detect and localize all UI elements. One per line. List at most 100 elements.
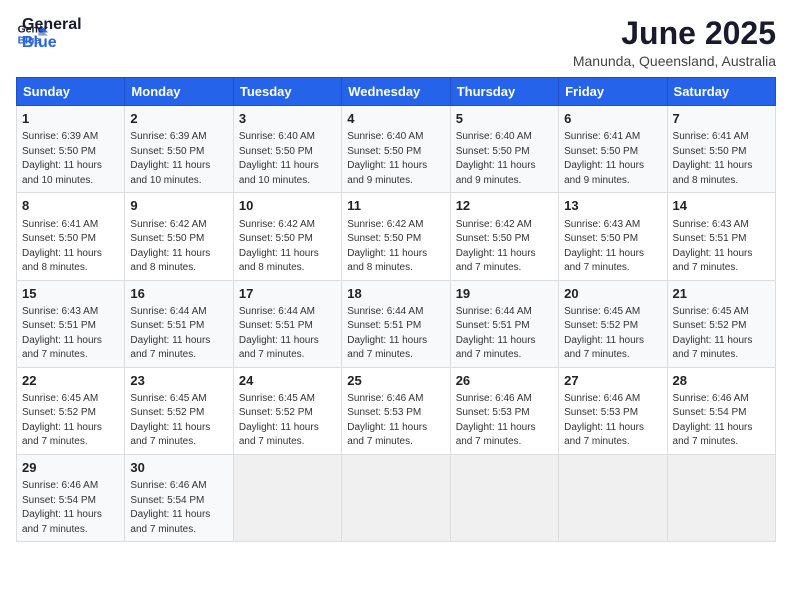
day-info: Sunrise: 6:44 AM Sunset: 5:51 PM Dayligh… (456, 305, 553, 363)
calendar-day-18: 18Sunrise: 6:44 AM Sunset: 5:51 PM Dayli… (342, 280, 450, 367)
day-number: 7 (673, 110, 770, 128)
day-info: Sunrise: 6:43 AM Sunset: 5:51 PM Dayligh… (673, 218, 770, 276)
day-number: 24 (239, 372, 336, 390)
calendar-day-21: 21 Sunrise: 6:45 AM Sunset: 5:52 PM Dayli… (667, 280, 775, 367)
day-header-saturday: Saturday (667, 78, 775, 106)
day-number: 23 (130, 372, 227, 390)
calendar-day-25: 25Sunrise: 6:46 AM Sunset: 5:53 PM Dayli… (342, 367, 450, 454)
day-number: 21 (673, 285, 770, 303)
day-number: 5 (456, 110, 553, 128)
day-info: Sunrise: 6:42 AM Sunset: 5:50 PM Dayligh… (456, 218, 553, 276)
day-info: Sunrise: 6:46 AM Sunset: 5:54 PM Dayligh… (22, 479, 119, 537)
day-header-sunday: Sunday (17, 78, 125, 106)
calendar-day-19: 19 Sunrise: 6:44 AM Sunset: 5:51 PM Dayli… (450, 280, 558, 367)
calendar-day-11: 11 Sunrise: 6:42 AM Sunset: 5:50 PM Dayli… (342, 193, 450, 280)
location: Manunda, Queensland, Australia (573, 53, 776, 69)
empty-cell (667, 454, 775, 541)
calendar-day-9: 9 Sunrise: 6:42 AM Sunset: 5:50 PM Daylig… (125, 193, 233, 280)
calendar-day-2: 2Sunrise: 6:39 AM Sunset: 5:50 PM Daylig… (125, 106, 233, 193)
day-number: 26 (456, 372, 553, 390)
day-header-monday: Monday (125, 78, 233, 106)
day-info: Sunrise: 6:42 AM Sunset: 5:50 PM Dayligh… (130, 218, 227, 276)
day-info: Sunrise: 6:45 AM Sunset: 5:52 PM Dayligh… (22, 392, 119, 450)
calendar-day-13: 13 Sunrise: 6:43 AM Sunset: 5:50 PM Dayli… (559, 193, 667, 280)
day-number: 30 (130, 459, 227, 477)
calendar-day-7: 7Sunrise: 6:41 AM Sunset: 5:50 PM Daylig… (667, 106, 775, 193)
day-number: 19 (456, 285, 553, 303)
day-info: Sunrise: 6:41 AM Sunset: 5:50 PM Dayligh… (564, 130, 661, 188)
day-info: Sunrise: 6:46 AM Sunset: 5:53 PM Dayligh… (564, 392, 661, 450)
day-number: 9 (130, 197, 227, 215)
day-info: Sunrise: 6:39 AM Sunset: 5:50 PM Dayligh… (22, 130, 119, 188)
empty-cell (559, 454, 667, 541)
day-number: 8 (22, 197, 119, 215)
calendar-day-17: 17Sunrise: 6:44 AM Sunset: 5:51 PM Dayli… (233, 280, 341, 367)
day-info: Sunrise: 6:44 AM Sunset: 5:51 PM Dayligh… (130, 305, 227, 363)
calendar-week-1: 1 Sunrise: 6:39 AM Sunset: 5:50 PM Daylig… (17, 106, 776, 193)
calendar-day-20: 20Sunrise: 6:45 AM Sunset: 5:52 PM Dayli… (559, 280, 667, 367)
day-number: 2 (130, 110, 227, 128)
calendar-day-29: 29 Sunrise: 6:46 AM Sunset: 5:54 PM Dayli… (17, 454, 125, 541)
day-number: 14 (673, 197, 770, 215)
day-number: 17 (239, 285, 336, 303)
calendar-day-1: 1 Sunrise: 6:39 AM Sunset: 5:50 PM Daylig… (17, 106, 125, 193)
day-number: 28 (673, 372, 770, 390)
calendar-day-4: 4 Sunrise: 6:40 AM Sunset: 5:50 PM Daylig… (342, 106, 450, 193)
day-number: 11 (347, 197, 444, 215)
day-header-wednesday: Wednesday (342, 78, 450, 106)
day-info: Sunrise: 6:40 AM Sunset: 5:50 PM Dayligh… (347, 130, 444, 188)
calendar-day-26: 26 Sunrise: 6:46 AM Sunset: 5:53 PM Dayli… (450, 367, 558, 454)
day-number: 3 (239, 110, 336, 128)
day-info: Sunrise: 6:42 AM Sunset: 5:50 PM Dayligh… (347, 218, 444, 276)
day-number: 16 (130, 285, 227, 303)
calendar-day-16: 16 Sunrise: 6:44 AM Sunset: 5:51 PM Dayli… (125, 280, 233, 367)
day-number: 29 (22, 459, 119, 477)
calendar-day-6: 6 Sunrise: 6:41 AM Sunset: 5:50 PM Daylig… (559, 106, 667, 193)
day-info: Sunrise: 6:41 AM Sunset: 5:50 PM Dayligh… (22, 218, 119, 276)
empty-cell (450, 454, 558, 541)
day-info: Sunrise: 6:42 AM Sunset: 5:50 PM Dayligh… (239, 218, 336, 276)
day-info: Sunrise: 6:43 AM Sunset: 5:50 PM Dayligh… (564, 218, 661, 276)
day-number: 13 (564, 197, 661, 215)
calendar-day-28: 28Sunrise: 6:46 AM Sunset: 5:54 PM Dayli… (667, 367, 775, 454)
day-number: 27 (564, 372, 661, 390)
calendar-day-30: 30 Sunrise: 6:46 AM Sunset: 5:54 PM Dayli… (125, 454, 233, 541)
calendar-day-15: 15 Sunrise: 6:43 AM Sunset: 5:51 PM Dayli… (17, 280, 125, 367)
day-info: Sunrise: 6:45 AM Sunset: 5:52 PM Dayligh… (130, 392, 227, 450)
calendar-day-12: 12 Sunrise: 6:42 AM Sunset: 5:50 PM Dayli… (450, 193, 558, 280)
day-number: 6 (564, 110, 661, 128)
calendar-day-5: 5 Sunrise: 6:40 AM Sunset: 5:50 PM Daylig… (450, 106, 558, 193)
calendar-day-27: 27 Sunrise: 6:46 AM Sunset: 5:53 PM Dayli… (559, 367, 667, 454)
calendar-day-10: 10Sunrise: 6:42 AM Sunset: 5:50 PM Dayli… (233, 193, 341, 280)
calendar: SundayMondayTuesdayWednesdayThursdayFrid… (16, 77, 776, 542)
day-info: Sunrise: 6:46 AM Sunset: 5:54 PM Dayligh… (130, 479, 227, 537)
month-year: June 2025 (573, 16, 776, 51)
logo: General Blue General Blue (16, 16, 82, 51)
calendar-week-5: 29 Sunrise: 6:46 AM Sunset: 5:54 PM Dayli… (17, 454, 776, 541)
calendar-week-3: 15 Sunrise: 6:43 AM Sunset: 5:51 PM Dayli… (17, 280, 776, 367)
calendar-week-2: 8 Sunrise: 6:41 AM Sunset: 5:50 PM Daylig… (17, 193, 776, 280)
calendar-day-14: 14 Sunrise: 6:43 AM Sunset: 5:51 PM Dayli… (667, 193, 775, 280)
day-info: Sunrise: 6:46 AM Sunset: 5:53 PM Dayligh… (456, 392, 553, 450)
calendar-day-24: 24 Sunrise: 6:45 AM Sunset: 5:52 PM Dayli… (233, 367, 341, 454)
empty-cell (342, 454, 450, 541)
calendar-header-row: SundayMondayTuesdayWednesdayThursdayFrid… (17, 78, 776, 106)
calendar-week-4: 22 Sunrise: 6:45 AM Sunset: 5:52 PM Dayli… (17, 367, 776, 454)
day-number: 20 (564, 285, 661, 303)
calendar-body: 1 Sunrise: 6:39 AM Sunset: 5:50 PM Daylig… (17, 106, 776, 542)
calendar-day-22: 22 Sunrise: 6:45 AM Sunset: 5:52 PM Dayli… (17, 367, 125, 454)
day-info: Sunrise: 6:45 AM Sunset: 5:52 PM Dayligh… (673, 305, 770, 363)
empty-cell (233, 454, 341, 541)
day-number: 4 (347, 110, 444, 128)
day-number: 15 (22, 285, 119, 303)
calendar-day-3: 3Sunrise: 6:40 AM Sunset: 5:50 PM Daylig… (233, 106, 341, 193)
day-info: Sunrise: 6:45 AM Sunset: 5:52 PM Dayligh… (239, 392, 336, 450)
day-info: Sunrise: 6:43 AM Sunset: 5:51 PM Dayligh… (22, 305, 119, 363)
day-number: 12 (456, 197, 553, 215)
day-number: 18 (347, 285, 444, 303)
day-number: 22 (22, 372, 119, 390)
day-number: 1 (22, 110, 119, 128)
day-info: Sunrise: 6:46 AM Sunset: 5:53 PM Dayligh… (347, 392, 444, 450)
calendar-day-23: 23 Sunrise: 6:45 AM Sunset: 5:52 PM Dayli… (125, 367, 233, 454)
day-info: Sunrise: 6:40 AM Sunset: 5:50 PM Dayligh… (456, 130, 553, 188)
